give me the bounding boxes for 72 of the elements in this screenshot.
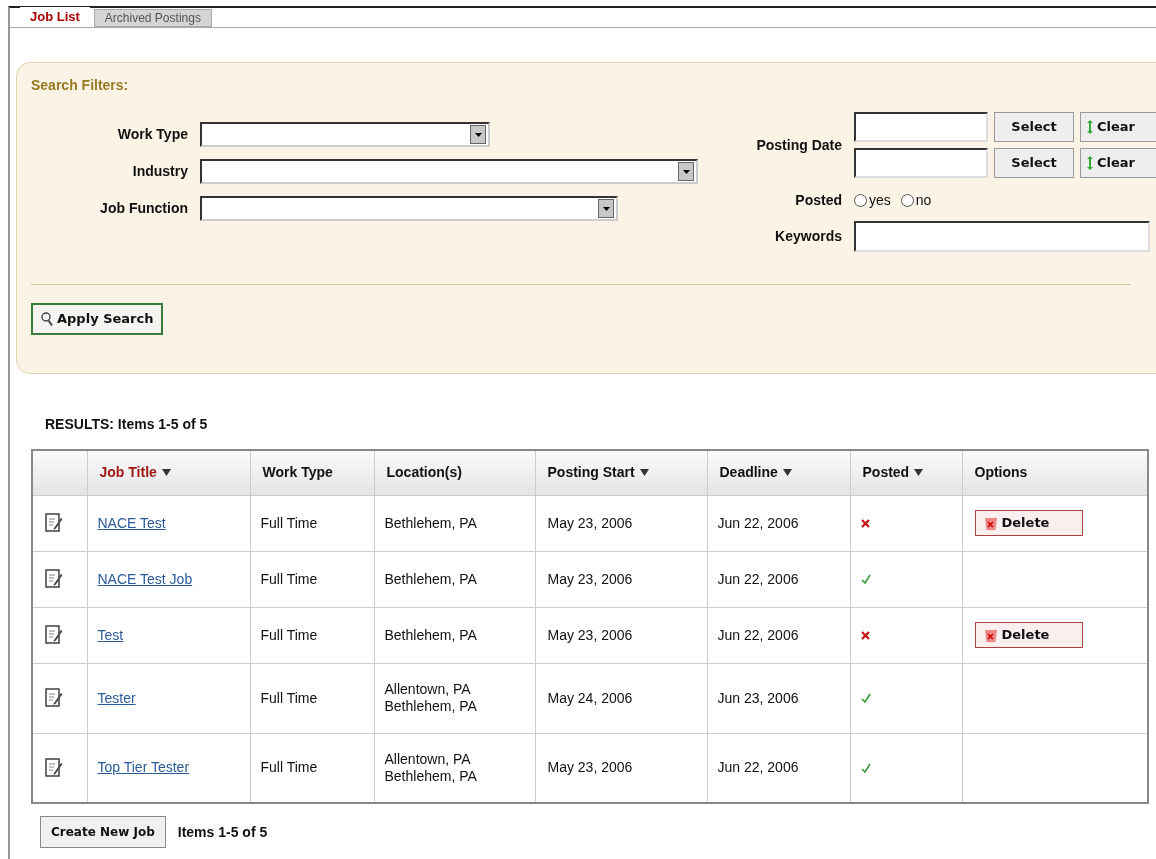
table-cell: Full Time — [260, 759, 318, 776]
dropdown-field[interactable] — [200, 122, 490, 147]
apply-search-button[interactable]: Apply Search — [31, 303, 164, 335]
table-cell: Jun 23, 2006 — [717, 689, 799, 706]
table-cell-text: Bethlehem, PA — [384, 767, 478, 785]
radio-label: no — [915, 191, 932, 210]
edit-note-icon[interactable] — [45, 513, 63, 533]
table-cell: Full Time — [260, 514, 318, 531]
table-cell-text: Bethlehem, PA — [384, 570, 478, 588]
keywords-field[interactable] — [854, 221, 1150, 252]
table-cell: May 23, 2006 — [547, 514, 633, 531]
table-cell-text: Bethlehem, PA — [384, 626, 478, 644]
table-cell: Full Time — [260, 570, 318, 587]
field-label: Job Function — [99, 199, 188, 218]
column-header: Location(s) — [386, 463, 462, 483]
delete-button[interactable]: Delete — [974, 510, 1083, 536]
table-cell-text: Bethlehem, PA — [384, 698, 478, 715]
field-label: Industry — [131, 162, 188, 181]
edit-note-icon[interactable] — [45, 688, 63, 708]
sort-arrow-icon — [914, 469, 924, 477]
column-header: Options — [974, 463, 1028, 483]
sort-arrow-icon — [639, 469, 649, 477]
tab[interactable]: Archived Postings — [93, 9, 212, 27]
panel-title: Search Filters: — [31, 76, 130, 95]
magnifier-icon — [41, 311, 53, 327]
delete-button[interactable]: Delete — [974, 622, 1083, 648]
table-cell-text: Allentown, PA — [384, 681, 472, 698]
results-label: RESULTS: Items 1-5 of 5 — [45, 415, 209, 434]
field-label: Work Type — [116, 125, 188, 144]
table-cell: May 23, 2006 — [547, 570, 633, 587]
job-title-link[interactable]: NACE Test Job — [97, 570, 193, 587]
table-cell: May 23, 2006 — [547, 759, 633, 776]
select-button[interactable]: Select — [994, 148, 1074, 178]
field-label: Posted — [794, 191, 842, 210]
clear-button[interactable]: Clear — [1080, 112, 1156, 142]
radio-button[interactable] — [854, 194, 867, 207]
table-cell: Jun 22, 2006 — [717, 626, 799, 643]
table-cell: Jun 22, 2006 — [717, 759, 799, 776]
date-field[interactable] — [854, 112, 988, 142]
column-header: Work Type — [262, 463, 333, 483]
trash-can-icon — [983, 627, 998, 643]
table-cell: Full Time — [260, 626, 318, 643]
items-count: Items 1-5 of 5 — [177, 822, 268, 842]
create-new-job-button[interactable]: Create New Job — [40, 816, 166, 848]
date-field[interactable] — [854, 148, 988, 178]
refresh-arrows-icon — [1086, 120, 1094, 134]
clear-button[interactable]: Clear — [1080, 148, 1156, 178]
job-title-link[interactable]: Test — [97, 626, 124, 643]
edit-note-icon[interactable] — [45, 757, 63, 778]
dropdown-field[interactable] — [200, 196, 618, 221]
radio-label: yes — [869, 191, 891, 210]
select-button[interactable]: Select — [994, 112, 1074, 142]
trash-can-icon — [983, 515, 998, 531]
job-title-link[interactable]: Tester — [97, 689, 136, 706]
field-label: Posting Date — [755, 135, 842, 155]
table-cell: Jun 22, 2006 — [717, 570, 799, 587]
refresh-arrows-icon — [1086, 156, 1094, 170]
edit-note-icon[interactable] — [45, 569, 63, 589]
job-title-link[interactable]: NACE Test — [97, 514, 166, 531]
dropdown-field[interactable] — [200, 159, 698, 184]
field-label: Keywords — [774, 227, 842, 246]
table-cell: May 23, 2006 — [547, 626, 633, 643]
table-cell: May 24, 2006 — [547, 689, 633, 706]
table-cell: Full Time — [260, 689, 318, 706]
table-cell: Jun 22, 2006 — [717, 514, 799, 531]
radio-button[interactable] — [900, 194, 914, 207]
sort-arrow-icon — [161, 469, 171, 477]
table-cell-text: Bethlehem, PA — [384, 514, 478, 532]
job-title-link[interactable]: Top Tier Tester — [97, 759, 190, 776]
table-cell-text: Allentown, PA — [384, 750, 472, 768]
sort-arrow-icon — [782, 469, 792, 477]
edit-note-icon[interactable] — [45, 625, 63, 645]
